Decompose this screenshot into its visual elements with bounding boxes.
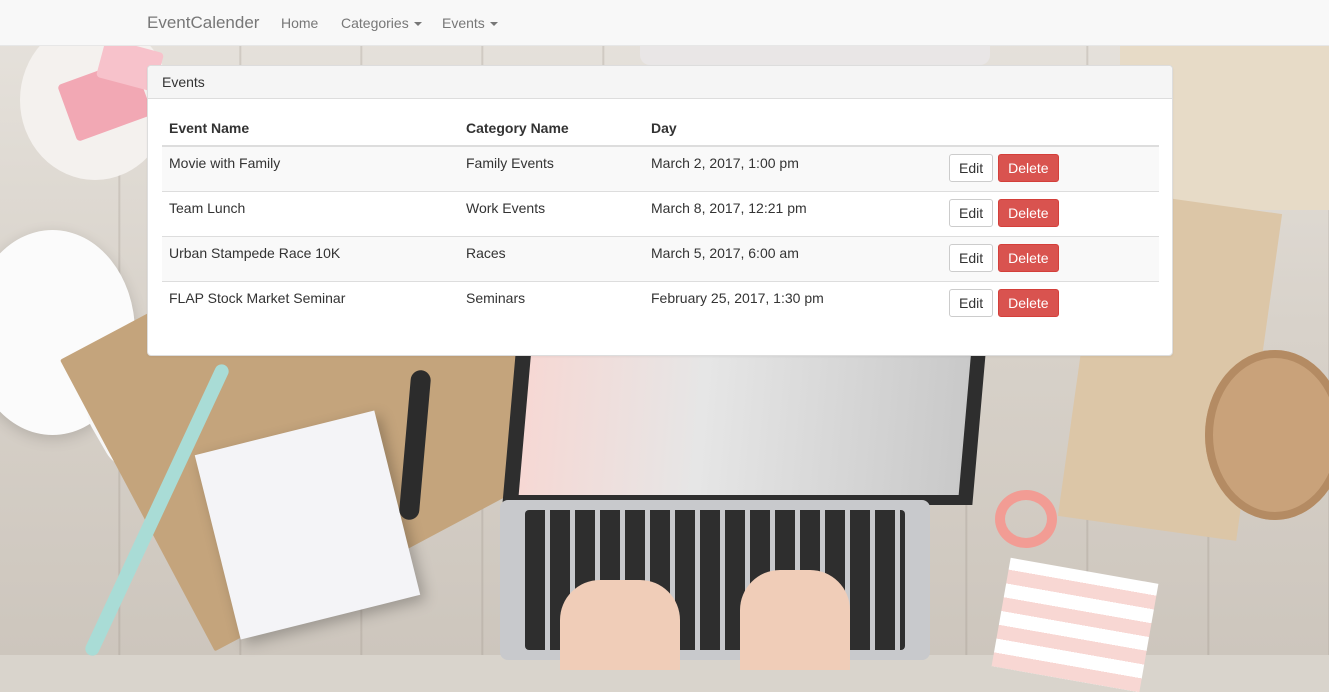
table-row: Urban Stampede Race 10K Races March 5, 2… bbox=[162, 236, 1159, 282]
event-day: February 25, 2017, 1:30 pm bbox=[651, 290, 824, 306]
table-row: Movie with Family Family Events March 2,… bbox=[162, 146, 1159, 192]
actions-cell: Edit Delete bbox=[942, 281, 1159, 326]
delete-button[interactable]: Delete bbox=[998, 154, 1059, 182]
delete-button[interactable]: Delete bbox=[998, 289, 1059, 317]
table-header-row: Event Name Category Name Day bbox=[162, 111, 1159, 147]
day-cell: February 25, 2017, 1:30 pm bbox=[644, 281, 942, 326]
nav-categories-label: Categories bbox=[341, 15, 409, 31]
category-cell: Family Events bbox=[459, 146, 644, 192]
delete-button[interactable]: Delete bbox=[998, 244, 1059, 272]
event-name-cell: Urban Stampede Race 10K bbox=[162, 236, 459, 282]
hand-image bbox=[740, 570, 850, 670]
hand-image bbox=[560, 580, 680, 670]
category-cell: Races bbox=[459, 236, 644, 282]
laptop-screen-image bbox=[518, 350, 972, 495]
nav-events-label: Events bbox=[442, 15, 485, 31]
tape-roll-image bbox=[995, 490, 1057, 548]
event-day: March 5, 2017, 6:00 am bbox=[651, 245, 799, 261]
table-row: FLAP Stock Market Seminar Seminars Febru… bbox=[162, 281, 1159, 326]
column-header-day: Day bbox=[644, 111, 942, 147]
edit-button[interactable]: Edit bbox=[949, 154, 994, 182]
card-image bbox=[991, 557, 1159, 692]
edit-button[interactable]: Edit bbox=[949, 289, 994, 317]
event-name: Movie with Family bbox=[169, 155, 281, 171]
category-name: Seminars bbox=[466, 290, 526, 306]
event-day: March 2, 2017, 1:00 pm bbox=[651, 155, 799, 171]
table-row: Team Lunch Work Events March 8, 2017, 12… bbox=[162, 191, 1159, 237]
event-name: Team Lunch bbox=[169, 200, 246, 216]
nav-home-label: Home bbox=[281, 15, 319, 31]
caret-down-icon bbox=[413, 22, 422, 27]
event-name: FLAP Stock Market Seminar bbox=[169, 290, 346, 306]
event-name-cell: Team Lunch bbox=[162, 191, 459, 237]
nav-events-dropdown[interactable]: Events bbox=[442, 15, 498, 31]
event-name-cell: Movie with Family bbox=[162, 146, 459, 192]
day-cell: March 8, 2017, 12:21 pm bbox=[644, 191, 942, 237]
edit-button[interactable]: Edit bbox=[949, 199, 994, 227]
panel-title: Events bbox=[148, 66, 1172, 99]
nav-home[interactable]: Home bbox=[281, 15, 318, 31]
category-name: Family Events bbox=[466, 155, 554, 171]
category-cell: Seminars bbox=[459, 281, 644, 326]
column-header-actions bbox=[942, 111, 1159, 147]
event-name-cell: FLAP Stock Market Seminar bbox=[162, 281, 459, 326]
events-table: Event Name Category Name Day Movie with … bbox=[162, 111, 1159, 326]
actions-cell: Edit Delete bbox=[942, 146, 1159, 192]
day-cell: March 2, 2017, 1:00 pm bbox=[644, 146, 942, 192]
delete-button[interactable]: Delete bbox=[998, 199, 1059, 227]
top-navbar: EventCalender Home Categories Events bbox=[0, 0, 1329, 46]
column-header-event-name: Event Name bbox=[162, 111, 459, 147]
day-cell: March 5, 2017, 6:00 am bbox=[644, 236, 942, 282]
event-day: March 8, 2017, 12:21 pm bbox=[651, 200, 807, 216]
event-name: Urban Stampede Race 10K bbox=[169, 245, 341, 261]
category-name: Work Events bbox=[466, 200, 546, 216]
category-cell: Work Events bbox=[459, 191, 644, 237]
category-name: Races bbox=[466, 245, 506, 261]
nav-categories-dropdown[interactable]: Categories bbox=[341, 15, 422, 31]
brand-link[interactable]: EventCalender bbox=[147, 13, 259, 33]
actions-cell: Edit Delete bbox=[942, 191, 1159, 237]
actions-cell: Edit Delete bbox=[942, 236, 1159, 282]
edit-button[interactable]: Edit bbox=[949, 244, 994, 272]
events-panel: Events Event Name Category Name Day Movi… bbox=[147, 65, 1173, 356]
column-header-category-name: Category Name bbox=[459, 111, 644, 147]
caret-down-icon bbox=[489, 22, 498, 27]
